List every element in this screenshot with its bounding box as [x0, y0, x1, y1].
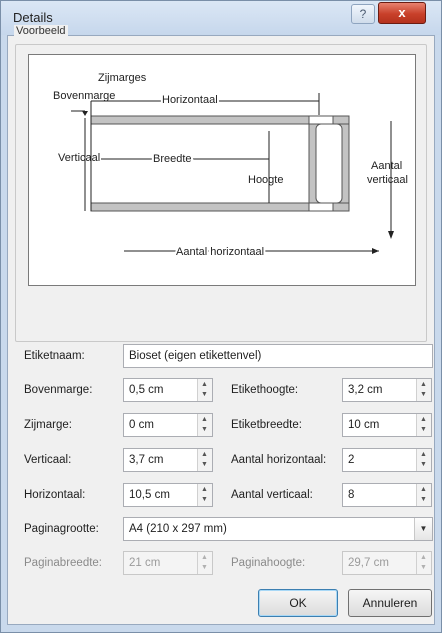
page-height-value: 29,7 cm — [348, 557, 389, 569]
diagram-label-verticaal-count: verticaal — [367, 174, 408, 186]
preview-group-label: Voorbeeld — [14, 25, 68, 37]
label-width-stepper[interactable]: 10 cm ▲ ▼ — [342, 413, 432, 437]
label-height-stepper[interactable]: 3,2 cm ▲ ▼ — [342, 378, 432, 402]
page-width-spinner: ▲ ▼ — [197, 552, 212, 574]
diagram-label-aantal-horizontaal: Aantal horizontaal — [176, 246, 264, 258]
label-diagram: Zijmarges Bovenmarge Horizontaal Vertica… — [53, 72, 408, 260]
side-margin-spinner[interactable]: ▲ ▼ — [197, 414, 212, 436]
label-width-value: 10 cm — [348, 419, 380, 431]
label-height-spinner[interactable]: ▲ ▼ — [416, 379, 431, 401]
page-width-stepper: 21 cm ▲ ▼ — [123, 551, 213, 575]
label-name-input[interactable]: Bioset (eigen etikettenvel) — [123, 344, 433, 368]
diagram-label-zijmarges: Zijmarges — [98, 72, 147, 84]
top-margin-label: Bovenmarge: — [24, 384, 93, 396]
vertical-pitch-stepper[interactable]: 3,7 cm ▲ ▼ — [123, 448, 213, 472]
top-margin-spinner[interactable]: ▲ ▼ — [197, 379, 212, 401]
cancel-button[interactable]: Annuleren — [348, 589, 432, 617]
count-down-label: Aantal verticaal: — [231, 489, 313, 501]
side-margin-stepper[interactable]: 0 cm ▲ ▼ — [123, 413, 213, 437]
page-width-label: Paginabreedte: — [24, 557, 103, 569]
label-name-value: Bioset (eigen etikettenvel) — [129, 350, 262, 362]
help-button[interactable]: ? — [351, 4, 375, 24]
horizontal-pitch-spinner[interactable]: ▲ ▼ — [197, 484, 212, 506]
vertical-pitch-spinner[interactable]: ▲ ▼ — [197, 449, 212, 471]
page-height-stepper: 29,7 cm ▲ ▼ — [342, 551, 432, 575]
diagram-label-hoogte: Hoogte — [248, 174, 283, 186]
horizontal-pitch-value: 10,5 cm — [129, 489, 170, 501]
page-size-value: A4 (210 x 297 mm) — [129, 523, 227, 535]
count-down-stepper[interactable]: 8 ▲ ▼ — [342, 483, 432, 507]
top-margin-value: 0,5 cm — [129, 384, 164, 396]
page-height-spinner: ▲ ▼ — [416, 552, 431, 574]
count-across-spinner[interactable]: ▲ ▼ — [416, 449, 431, 471]
ok-button[interactable]: OK — [258, 589, 338, 617]
page-size-select[interactable]: A4 (210 x 297 mm) ▼ — [123, 517, 433, 541]
close-button[interactable]: x — [378, 2, 426, 24]
diagram-label-verticaal: Verticaal — [58, 152, 100, 164]
horizontal-pitch-label: Horizontaal: — [24, 489, 86, 501]
details-dialog: Details ? x Voorbeeld Zijmarges Bovenmar… — [0, 0, 442, 633]
dialog-title: Details — [13, 10, 53, 25]
label-height-value: 3,2 cm — [348, 384, 383, 396]
diagram-label-breedte: Breedte — [153, 153, 192, 165]
label-preview: Zijmarges Bovenmarge Horizontaal Vertica… — [28, 54, 416, 286]
diagram-label-horizontaal: Horizontaal — [162, 94, 218, 106]
count-across-value: 2 — [348, 454, 355, 466]
page-size-label: Paginagrootte: — [24, 523, 99, 535]
page-height-label: Paginahoogte: — [231, 557, 306, 569]
top-margin-stepper[interactable]: 0,5 cm ▲ ▼ — [123, 378, 213, 402]
count-down-spinner[interactable]: ▲ ▼ — [416, 484, 431, 506]
side-margin-label: Zijmarge: — [24, 419, 72, 431]
diagram-label-aantal: Aantal — [371, 160, 402, 172]
vertical-pitch-value: 3,7 cm — [129, 454, 164, 466]
count-across-stepper[interactable]: 2 ▲ ▼ — [342, 448, 432, 472]
side-margin-value: 0 cm — [129, 419, 154, 431]
diagram-label-bovenmarge: Bovenmarge — [53, 90, 115, 102]
horizontal-pitch-stepper[interactable]: 10,5 cm ▲ ▼ — [123, 483, 213, 507]
label-width-spinner[interactable]: ▲ ▼ — [416, 414, 431, 436]
label-name-label: Etiketnaam: — [24, 350, 85, 362]
label-height-label: Etikethoogte: — [231, 384, 299, 396]
page-width-value: 21 cm — [129, 557, 161, 569]
label-width-label: Etiketbreedte: — [231, 419, 302, 431]
count-down-value: 8 — [348, 489, 355, 501]
vertical-pitch-label: Verticaal: — [24, 454, 72, 466]
count-across-label: Aantal horizontaal: — [231, 454, 327, 466]
chevron-down-icon[interactable]: ▼ — [414, 518, 432, 540]
